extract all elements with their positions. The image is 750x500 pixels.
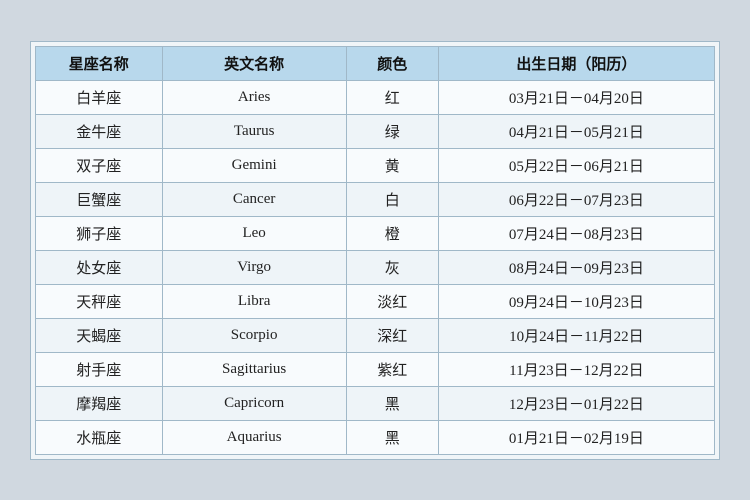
cell-color: 黑 bbox=[346, 420, 438, 454]
table-row: 白羊座Aries红03月21日－04月20日 bbox=[36, 80, 715, 114]
cell-cn: 巨蟹座 bbox=[36, 182, 163, 216]
table-row: 双子座Gemini黄05月22日－06月21日 bbox=[36, 148, 715, 182]
cell-color: 白 bbox=[346, 182, 438, 216]
cell-date: 08月24日－09月23日 bbox=[438, 250, 714, 284]
cell-date: 09月24日－10月23日 bbox=[438, 284, 714, 318]
cell-date: 04月21日－05月21日 bbox=[438, 114, 714, 148]
cell-cn: 双子座 bbox=[36, 148, 163, 182]
table-row: 金牛座Taurus绿04月21日－05月21日 bbox=[36, 114, 715, 148]
table-row: 天蝎座Scorpio深红10月24日－11月22日 bbox=[36, 318, 715, 352]
cell-color: 绿 bbox=[346, 114, 438, 148]
cell-date: 05月22日－06月21日 bbox=[438, 148, 714, 182]
cell-en: Taurus bbox=[162, 114, 346, 148]
cell-date: 03月21日－04月20日 bbox=[438, 80, 714, 114]
table-row: 狮子座Leo橙07月24日－08月23日 bbox=[36, 216, 715, 250]
cell-color: 红 bbox=[346, 80, 438, 114]
cell-color: 黑 bbox=[346, 386, 438, 420]
cell-cn: 狮子座 bbox=[36, 216, 163, 250]
table-row: 水瓶座Aquarius黑01月21日－02月19日 bbox=[36, 420, 715, 454]
table-row: 摩羯座Capricorn黑12月23日－01月22日 bbox=[36, 386, 715, 420]
cell-date: 11月23日－12月22日 bbox=[438, 352, 714, 386]
cell-date: 10月24日－11月22日 bbox=[438, 318, 714, 352]
cell-cn: 射手座 bbox=[36, 352, 163, 386]
cell-date: 12月23日－01月22日 bbox=[438, 386, 714, 420]
table-row: 巨蟹座Cancer白06月22日－07月23日 bbox=[36, 182, 715, 216]
cell-en: Virgo bbox=[162, 250, 346, 284]
cell-date: 06月22日－07月23日 bbox=[438, 182, 714, 216]
header-cn: 星座名称 bbox=[36, 46, 163, 80]
cell-en: Scorpio bbox=[162, 318, 346, 352]
cell-date: 01月21日－02月19日 bbox=[438, 420, 714, 454]
cell-cn: 天秤座 bbox=[36, 284, 163, 318]
cell-en: Aries bbox=[162, 80, 346, 114]
header-en: 英文名称 bbox=[162, 46, 346, 80]
cell-cn: 水瓶座 bbox=[36, 420, 163, 454]
cell-en: Leo bbox=[162, 216, 346, 250]
cell-en: Gemini bbox=[162, 148, 346, 182]
table-row: 天秤座Libra淡红09月24日－10月23日 bbox=[36, 284, 715, 318]
cell-en: Capricorn bbox=[162, 386, 346, 420]
zodiac-table-container: 星座名称 英文名称 颜色 出生日期（阳历） 白羊座Aries红03月21日－04… bbox=[30, 41, 720, 460]
cell-color: 灰 bbox=[346, 250, 438, 284]
table-header-row: 星座名称 英文名称 颜色 出生日期（阳历） bbox=[36, 46, 715, 80]
cell-color: 橙 bbox=[346, 216, 438, 250]
header-date: 出生日期（阳历） bbox=[438, 46, 714, 80]
cell-cn: 白羊座 bbox=[36, 80, 163, 114]
cell-color: 黄 bbox=[346, 148, 438, 182]
cell-en: Aquarius bbox=[162, 420, 346, 454]
cell-cn: 天蝎座 bbox=[36, 318, 163, 352]
table-row: 处女座Virgo灰08月24日－09月23日 bbox=[36, 250, 715, 284]
header-color: 颜色 bbox=[346, 46, 438, 80]
cell-en: Cancer bbox=[162, 182, 346, 216]
cell-color: 紫红 bbox=[346, 352, 438, 386]
table-row: 射手座Sagittarius紫红11月23日－12月22日 bbox=[36, 352, 715, 386]
cell-date: 07月24日－08月23日 bbox=[438, 216, 714, 250]
cell-cn: 处女座 bbox=[36, 250, 163, 284]
cell-en: Sagittarius bbox=[162, 352, 346, 386]
cell-cn: 摩羯座 bbox=[36, 386, 163, 420]
zodiac-table: 星座名称 英文名称 颜色 出生日期（阳历） 白羊座Aries红03月21日－04… bbox=[35, 46, 715, 455]
cell-cn: 金牛座 bbox=[36, 114, 163, 148]
cell-color: 淡红 bbox=[346, 284, 438, 318]
cell-color: 深红 bbox=[346, 318, 438, 352]
cell-en: Libra bbox=[162, 284, 346, 318]
